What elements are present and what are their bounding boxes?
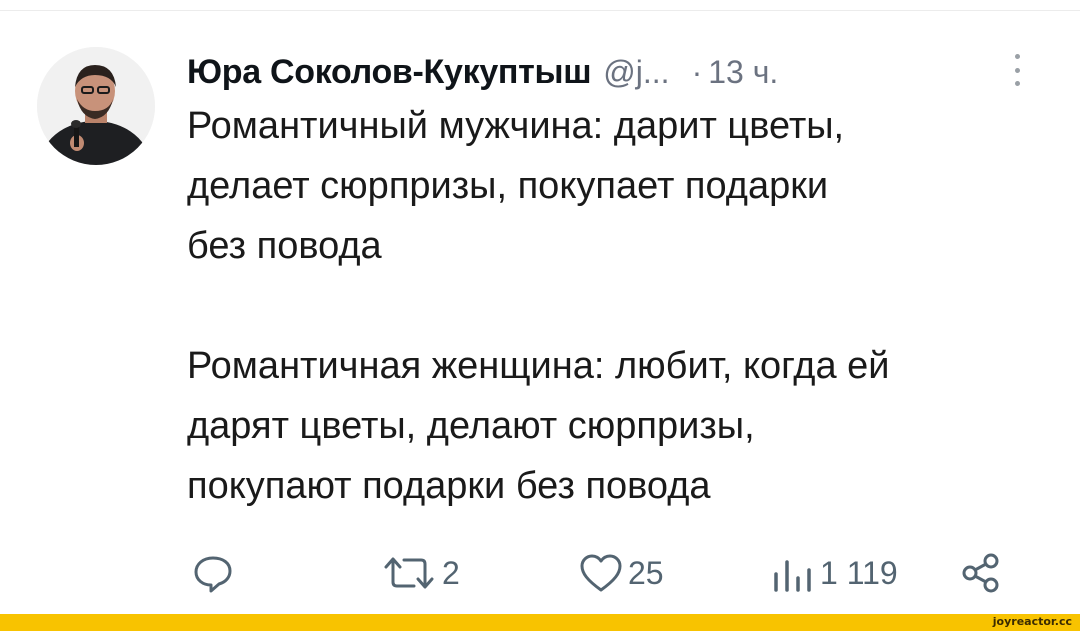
- author-name[interactable]: Юра Соколов-Кукуптыш: [187, 53, 592, 92]
- tweet-text-line: без повода: [187, 225, 382, 267]
- tweet-text-line: делает сюрпризы, покупает подарки: [187, 165, 829, 207]
- vertical-ellipsis-icon: [1014, 81, 1020, 86]
- tweet-text-line: дарят цветы, делают сюрпризы,: [187, 405, 755, 447]
- avatar-image: [37, 47, 155, 165]
- views-bar-chart-icon: [774, 560, 811, 592]
- watermark-text: joyreactor.cc: [992, 615, 1072, 628]
- heart-icon: [580, 554, 622, 592]
- tweet-text-line: Романтичная женщина: любит, когда ей: [187, 345, 890, 387]
- retweet-icon: [384, 557, 434, 589]
- tweet-text-line: покупают подарки без повода: [187, 465, 711, 507]
- more-options-button[interactable]: [1005, 50, 1029, 90]
- post-time[interactable]: 13 ч.: [708, 54, 778, 91]
- share-button[interactable]: [960, 545, 1002, 601]
- reply-button[interactable]: [192, 545, 234, 601]
- vertical-ellipsis-icon: [1014, 67, 1020, 73]
- tweet-header: Юра Соколов-Кукуптыш @j... · 13 ч.: [187, 47, 1047, 97]
- time-separator: ·: [691, 53, 703, 90]
- retweet-button[interactable]: 2: [380, 545, 460, 601]
- retweet-count: 2: [442, 554, 460, 591]
- tweet-actions: 2 25 1 119: [0, 545, 1080, 601]
- vertical-ellipsis-icon: [1014, 54, 1020, 59]
- tweet-text-line: Романтичный мужчина: дарит цветы,: [187, 105, 845, 147]
- views-count: 1 119: [820, 554, 898, 591]
- share-icon: [962, 553, 999, 593]
- reply-icon: [194, 556, 232, 593]
- author-handle[interactable]: @j...: [603, 54, 669, 91]
- avatar[interactable]: [37, 47, 155, 165]
- tweet-text: Романтичный мужчина: дарит цветы, делает…: [187, 96, 1067, 516]
- watermark-bar: [0, 614, 1080, 631]
- like-button[interactable]: 25: [578, 545, 664, 601]
- views-button[interactable]: 1 119: [770, 545, 898, 601]
- like-count: 25: [628, 554, 664, 591]
- top-border: [0, 0, 1080, 11]
